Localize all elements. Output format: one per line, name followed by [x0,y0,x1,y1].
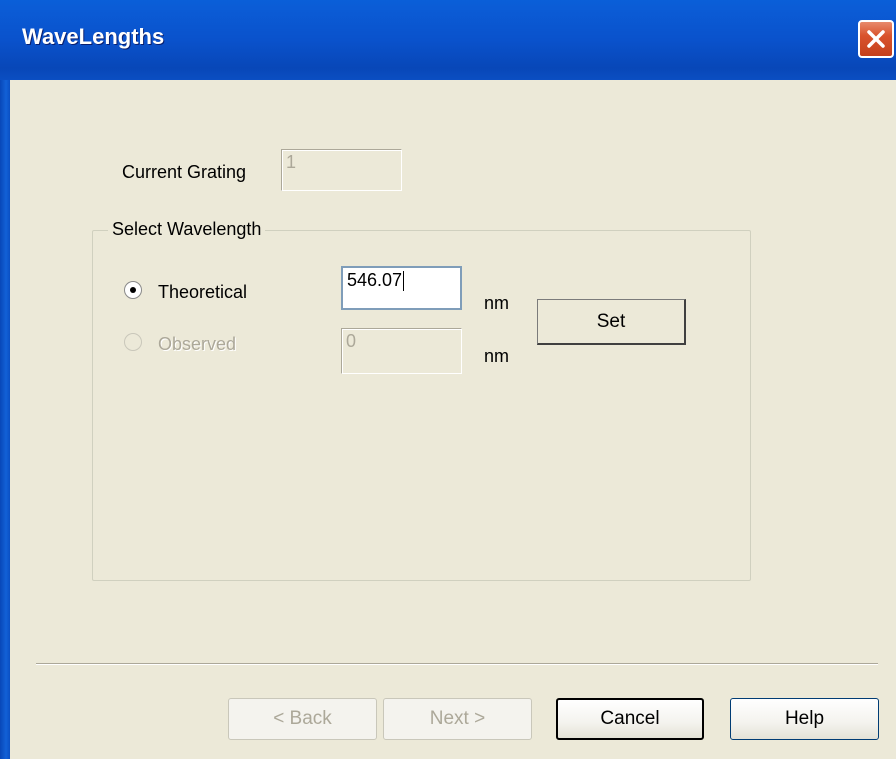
close-button[interactable] [858,20,894,58]
theoretical-radio[interactable] [124,281,142,299]
theoretical-label[interactable]: Theoretical [158,282,247,303]
title-bar[interactable]: WaveLengths [0,0,896,80]
theoretical-value: 546.07 [347,270,403,290]
select-wavelength-title: Select Wavelength [108,219,266,240]
current-grating-label: Current Grating [122,162,247,182]
current-grating-field: 1 [281,149,402,191]
window-title: WaveLengths [22,24,165,49]
footer-separator [36,663,878,665]
text-caret [403,271,405,292]
help-button[interactable]: Help [730,698,879,740]
observed-radio [124,333,142,351]
theoretical-unit: nm [484,293,510,313]
back-button: < Back [228,698,377,740]
observed-label: Observed [158,334,237,354]
close-icon [867,30,885,48]
observed-unit: nm [484,346,510,366]
window-frame [0,80,10,759]
cancel-button[interactable]: Cancel [556,698,704,740]
observed-input: 0 [341,328,462,374]
set-button[interactable]: Set [537,299,686,345]
theoretical-input[interactable]: 546.07 [341,266,462,310]
next-button: Next > [383,698,532,740]
